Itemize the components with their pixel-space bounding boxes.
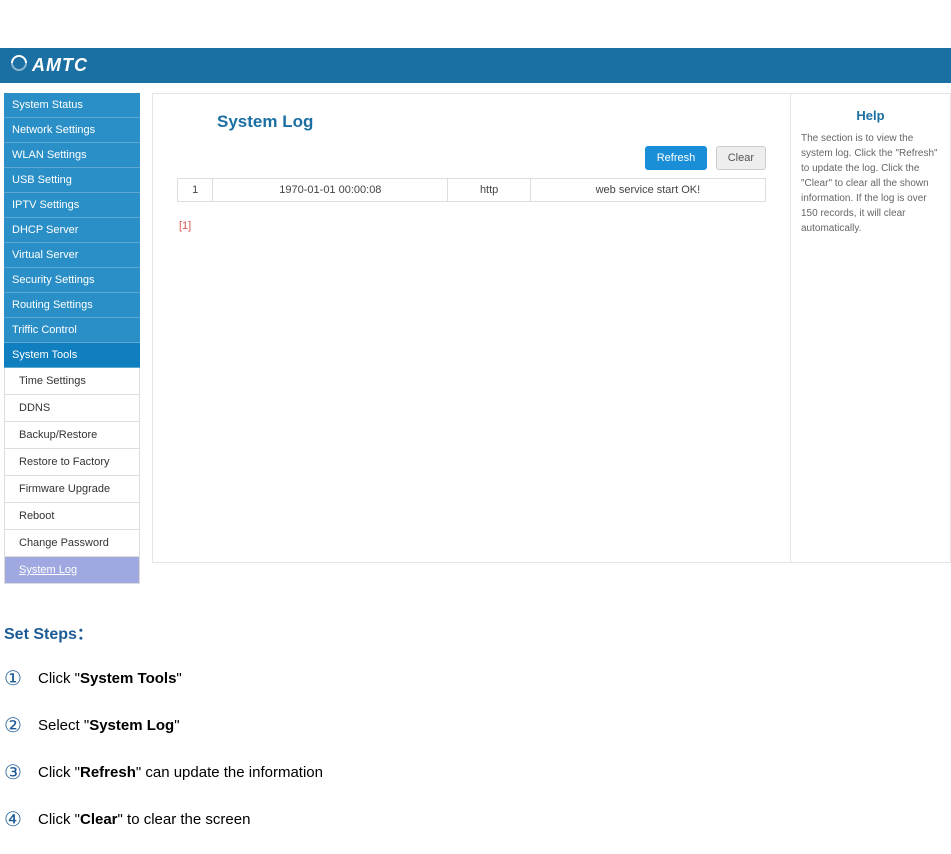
subitem-firmware-upgrade[interactable]: Firmware Upgrade <box>4 476 140 503</box>
sidebar-item-virtual-server[interactable]: Virtual Server <box>4 243 140 268</box>
log-table: 1 1970-01-01 00:00:08 http web service s… <box>177 178 766 202</box>
log-index-cell: 1 <box>178 179 213 202</box>
sidebar-item-label: System Tools <box>12 349 77 361</box>
sidebar-item-label: Security Settings <box>12 274 95 286</box>
sidebar-item-network-settings[interactable]: Network Settings <box>4 118 140 143</box>
sidebar-subitem-label: DDNS <box>19 402 50 414</box>
brand-logo: AMTC <box>10 54 88 77</box>
log-proto-cell: http <box>448 179 530 202</box>
sidebar-item-usb-setting[interactable]: USB Setting <box>4 168 140 193</box>
step-number-icon: ③ <box>4 760 38 785</box>
step-text: Click "System Tools" <box>38 670 182 687</box>
refresh-button[interactable]: Refresh <box>645 146 708 170</box>
sidebar-item-system-tools[interactable]: System Tools <box>4 343 140 368</box>
sidebar-subitem-label: Reboot <box>19 510 54 522</box>
subitem-backup-restore[interactable]: Backup/Restore <box>4 422 140 449</box>
sidebar-item-system-status[interactable]: System Status <box>4 93 140 118</box>
content-wrap: System Log Refresh Clear 1 1970-01-01 00… <box>152 93 951 563</box>
page-title: System Log <box>217 112 766 132</box>
step-1: ① Click "System Tools" <box>4 666 951 691</box>
sidebar-item-label: WLAN Settings <box>12 149 87 161</box>
step-text: Click "Refresh" can update the informati… <box>38 764 323 781</box>
step-text-pre: Click " <box>38 670 80 687</box>
step-text-post: " <box>174 717 179 734</box>
sidebar-subitem-label: System Log <box>19 564 77 576</box>
sidebar-item-label: IPTV Settings <box>12 199 79 211</box>
sidebar-item-label: System Status <box>12 99 83 111</box>
table-row: 1 1970-01-01 00:00:08 http web service s… <box>178 179 766 202</box>
help-text: The section is to view the system log. C… <box>801 131 940 236</box>
sidebar-item-label: Triffic Control <box>12 324 77 336</box>
sidebar-item-iptv-settings[interactable]: IPTV Settings <box>4 193 140 218</box>
clear-button[interactable]: Clear <box>716 146 766 170</box>
sidebar-item-wlan-settings[interactable]: WLAN Settings <box>4 143 140 168</box>
sidebar-subitem-label: Time Settings <box>19 375 86 387</box>
step-text: Select "System Log" <box>38 717 180 734</box>
subitem-reboot[interactable]: Reboot <box>4 503 140 530</box>
help-title: Help <box>801 108 940 123</box>
sidebar-item-label: Routing Settings <box>12 299 93 311</box>
sidebar-item-security-settings[interactable]: Security Settings <box>4 268 140 293</box>
brand-text: AMTC <box>32 55 88 76</box>
sidebar: System Status Network Settings WLAN Sett… <box>4 93 140 584</box>
step-text-post: " <box>176 670 181 687</box>
sidebar-subitem-label: Firmware Upgrade <box>19 483 110 495</box>
header-bar: AMTC <box>0 48 951 83</box>
sidebar-item-routing-settings[interactable]: Routing Settings <box>4 293 140 318</box>
sidebar-item-dhcp-server[interactable]: DHCP Server <box>4 218 140 243</box>
sidebar-item-label: Virtual Server <box>12 249 78 261</box>
sidebar-item-label: USB Setting <box>12 174 72 186</box>
step-text-bold: System Log <box>89 717 174 734</box>
subitem-change-password[interactable]: Change Password <box>4 530 140 557</box>
step-text-bold: System Tools <box>80 670 176 687</box>
subitem-time-settings[interactable]: Time Settings <box>4 368 140 395</box>
sidebar-subitem-label: Backup/Restore <box>19 429 97 441</box>
sidebar-subitem-label: Restore to Factory <box>19 456 109 468</box>
step-text-bold: Refresh <box>80 764 136 781</box>
steps-block: Set Steps： ① Click "System Tools" ② Sele… <box>0 584 951 832</box>
sidebar-item-traffic-control[interactable]: Triffic Control <box>4 318 140 343</box>
layout: System Status Network Settings WLAN Sett… <box>0 83 951 584</box>
pager[interactable]: [1] <box>179 220 766 232</box>
sidebar-subitem-label: Change Password <box>19 537 109 549</box>
subitem-ddns[interactable]: DDNS <box>4 395 140 422</box>
sidebar-item-label: Network Settings <box>12 124 95 136</box>
steps-title: Set Steps： <box>4 620 951 644</box>
log-msg-cell: web service start OK! <box>530 179 765 202</box>
step-number-icon: ② <box>4 713 38 738</box>
log-time-cell: 1970-01-01 00:00:08 <box>213 179 448 202</box>
subitem-system-log[interactable]: System Log <box>4 557 140 584</box>
step-2: ② Select "System Log" <box>4 713 951 738</box>
button-row: Refresh Clear <box>177 146 766 170</box>
step-3: ③ Click "Refresh" can update the informa… <box>4 760 951 785</box>
logo-swoosh-icon <box>10 54 28 77</box>
help-panel: Help The section is to view the system l… <box>790 94 950 562</box>
main-panel: System Log Refresh Clear 1 1970-01-01 00… <box>153 94 790 562</box>
step-number-icon: ① <box>4 666 38 691</box>
step-text-post: " can update the information <box>136 764 323 781</box>
step-text-pre: Select " <box>38 717 89 734</box>
step-text-pre: Click " <box>38 764 80 781</box>
sidebar-item-label: DHCP Server <box>12 224 78 236</box>
subitem-restore-to-factory[interactable]: Restore to Factory <box>4 449 140 476</box>
